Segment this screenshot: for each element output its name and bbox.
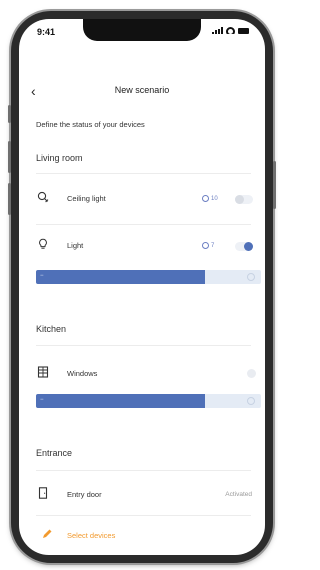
device-label-ceiling-light: Ceiling light: [67, 194, 106, 203]
slider-fill: [36, 394, 205, 408]
clock-icon: [202, 242, 209, 249]
battery-icon: [238, 27, 249, 34]
slider-min-icon: −: [40, 273, 44, 279]
power-button: [273, 161, 276, 209]
phone-screen: 9:41 ‹ New scenario Define the status of…: [19, 19, 265, 555]
device-label-light: Light: [67, 241, 84, 250]
select-devices-button[interactable]: Select devices: [67, 531, 115, 540]
mute-switch: [8, 105, 11, 123]
wifi-icon: [226, 27, 235, 34]
status-icons: [212, 27, 249, 34]
ceiling-light-toggle[interactable]: [235, 195, 253, 204]
slider-max-icon: [247, 397, 255, 405]
windows-level-slider[interactable]: −: [36, 394, 261, 408]
slider-min-icon: −: [40, 397, 44, 403]
device-label-entry-door: Entry door: [67, 490, 102, 499]
status-time: 9:41: [37, 27, 56, 37]
slider-max-icon: [247, 273, 255, 281]
signal-icon: [212, 27, 223, 34]
page-subtitle: Define the status of your devices: [36, 120, 145, 129]
slider-fill: [36, 270, 205, 284]
timer-value: 7: [211, 242, 215, 249]
light-timer[interactable]: 7: [202, 242, 214, 249]
light-toggle[interactable]: [235, 242, 253, 251]
door-icon: [38, 487, 48, 499]
navigation-bar: ‹ New scenario: [19, 83, 265, 103]
timer-value: 10: [211, 195, 218, 202]
light-level-slider[interactable]: −: [36, 270, 261, 284]
section-entrance: Entrance: [36, 448, 73, 458]
windows-status-toggle[interactable]: [247, 369, 256, 378]
divider: [36, 470, 251, 471]
ceiling-light-timer[interactable]: 10: [202, 195, 218, 202]
volume-down-button: [8, 183, 11, 215]
device-label-windows: Windows: [67, 369, 98, 378]
pencil-icon[interactable]: [41, 528, 53, 540]
windows-icon: [37, 366, 49, 378]
ceiling-light-icon: [37, 191, 49, 203]
divider: [36, 345, 251, 346]
clock-icon: [202, 195, 209, 202]
divider: [36, 515, 251, 516]
divider: [36, 173, 251, 174]
notch: [83, 19, 201, 41]
section-kitchen: Kitchen: [36, 324, 67, 334]
light-bulb-icon: [39, 238, 47, 249]
volume-up-button: [8, 141, 11, 173]
entry-door-status: Activated: [225, 491, 252, 498]
section-living-room: Living room: [36, 153, 83, 163]
divider: [36, 224, 251, 225]
page-title: New scenario: [114, 85, 170, 95]
